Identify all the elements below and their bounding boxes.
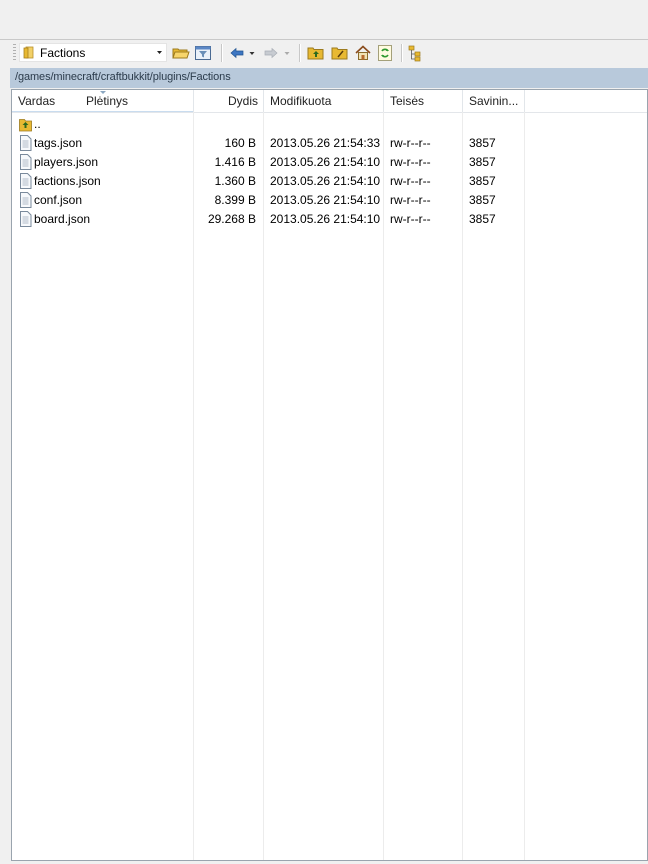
file-name: factions.json bbox=[34, 174, 101, 188]
file-owner: 3857 bbox=[469, 212, 496, 226]
column-divider[interactable] bbox=[383, 90, 384, 112]
back-dropdown-icon bbox=[249, 52, 255, 55]
column-name[interactable]: Vardas bbox=[18, 90, 55, 112]
column-divider[interactable] bbox=[263, 90, 264, 112]
column-divider[interactable] bbox=[462, 90, 463, 112]
root-folder-icon bbox=[331, 47, 348, 60]
file-rights: rw-r--r-- bbox=[390, 193, 431, 207]
parent-folder-button[interactable] bbox=[306, 43, 326, 63]
file-owner: 3857 bbox=[469, 174, 496, 188]
file-icon bbox=[20, 173, 32, 189]
current-path: /games/minecraft/craftbukkit/plugins/Fac… bbox=[15, 71, 231, 83]
file-size: 29.268 B bbox=[207, 212, 256, 226]
back-icon bbox=[230, 47, 244, 59]
file-icon bbox=[20, 211, 32, 227]
file-modified: 2013.05.26 21:54:10 bbox=[270, 174, 381, 188]
parent-folder-icon bbox=[307, 47, 324, 60]
column-rights[interactable]: Teisės bbox=[390, 90, 424, 112]
forward-button[interactable] bbox=[261, 43, 281, 63]
root-folder-button[interactable] bbox=[330, 43, 350, 63]
file-owner: 3857 bbox=[469, 155, 496, 169]
file-icon bbox=[20, 135, 32, 151]
tree-view-icon bbox=[408, 45, 421, 62]
forward-dropdown-button[interactable] bbox=[282, 43, 292, 63]
back-dropdown-button[interactable] bbox=[247, 43, 257, 63]
column-size[interactable]: Dydis bbox=[194, 90, 258, 112]
file-modified: 2013.05.26 21:54:33 bbox=[270, 136, 381, 150]
column-header: Vardas Plėtinys Dydis Modifikuota Teisės… bbox=[12, 90, 647, 113]
file-modified: 2013.05.26 21:54:10 bbox=[270, 155, 381, 169]
folder-selector[interactable]: Factions bbox=[19, 43, 167, 62]
window-top-area bbox=[0, 0, 648, 40]
forward-dropdown-icon bbox=[284, 52, 290, 55]
filter-icon bbox=[195, 46, 211, 60]
parent-directory-label: .. bbox=[34, 117, 41, 131]
file-rights: rw-r--r-- bbox=[390, 155, 431, 169]
table-row[interactable]: factions.json 1.360 B 2013.05.26 21:54:1… bbox=[12, 172, 647, 191]
column-extension[interactable]: Plėtinys bbox=[86, 90, 128, 112]
file-size: 1.416 B bbox=[214, 155, 256, 169]
tree-view-button[interactable] bbox=[406, 43, 426, 63]
file-size: 8.399 B bbox=[214, 193, 256, 207]
toolbar-separator bbox=[401, 44, 403, 62]
file-size: 160 B bbox=[224, 136, 256, 150]
home-icon bbox=[355, 45, 371, 60]
forward-icon bbox=[264, 47, 278, 59]
toolbar-separator bbox=[221, 44, 223, 62]
chevron-down-icon bbox=[157, 51, 162, 54]
column-owner[interactable]: Savinin... bbox=[469, 90, 518, 112]
refresh-button[interactable] bbox=[375, 43, 395, 63]
open-folder-icon bbox=[172, 48, 190, 59]
table-row[interactable]: tags.json 160 B 2013.05.26 21:54:33 rw-r… bbox=[12, 134, 647, 153]
home-button[interactable] bbox=[353, 43, 373, 63]
path-bar[interactable]: /games/minecraft/craftbukkit/plugins/Fac… bbox=[10, 68, 648, 88]
toolbar-separator bbox=[299, 44, 301, 62]
file-owner: 3857 bbox=[469, 136, 496, 150]
file-rights: rw-r--r-- bbox=[390, 174, 431, 188]
active-column-underline bbox=[12, 111, 193, 112]
column-modified[interactable]: Modifikuota bbox=[270, 90, 331, 112]
toolbar-grip[interactable] bbox=[13, 44, 16, 62]
back-button[interactable] bbox=[227, 43, 247, 63]
column-divider[interactable] bbox=[524, 90, 525, 112]
file-modified: 2013.05.26 21:54:10 bbox=[270, 212, 381, 226]
file-icon bbox=[20, 192, 32, 208]
folder-icon bbox=[23, 46, 34, 59]
toolbar: Factions bbox=[0, 40, 648, 67]
folder-selector-label: Factions bbox=[40, 46, 86, 60]
file-icon bbox=[20, 154, 32, 170]
open-folder-button[interactable] bbox=[171, 43, 191, 63]
file-owner: 3857 bbox=[469, 193, 496, 207]
file-modified: 2013.05.26 21:54:10 bbox=[270, 193, 381, 207]
file-name: tags.json bbox=[34, 136, 83, 150]
file-size: 1.360 B bbox=[214, 174, 256, 188]
file-name: conf.json bbox=[34, 193, 83, 207]
filter-button[interactable] bbox=[193, 43, 213, 63]
file-list-panel[interactable]: Vardas Plėtinys Dydis Modifikuota Teisės… bbox=[11, 89, 648, 861]
table-row[interactable]: conf.json 8.399 B 2013.05.26 21:54:10 rw… bbox=[12, 191, 647, 210]
file-name: players.json bbox=[34, 155, 99, 169]
table-row[interactable]: players.json 1.416 B 2013.05.26 21:54:10… bbox=[12, 153, 647, 172]
parent-directory-row[interactable]: .. bbox=[12, 115, 647, 134]
table-row[interactable]: board.json 29.268 B 2013.05.26 21:54:10 … bbox=[12, 210, 647, 229]
file-rights: rw-r--r-- bbox=[390, 212, 431, 226]
file-name: board.json bbox=[34, 212, 91, 226]
up-folder-icon bbox=[19, 119, 32, 132]
file-rights: rw-r--r-- bbox=[390, 136, 431, 150]
refresh-icon bbox=[378, 45, 392, 61]
